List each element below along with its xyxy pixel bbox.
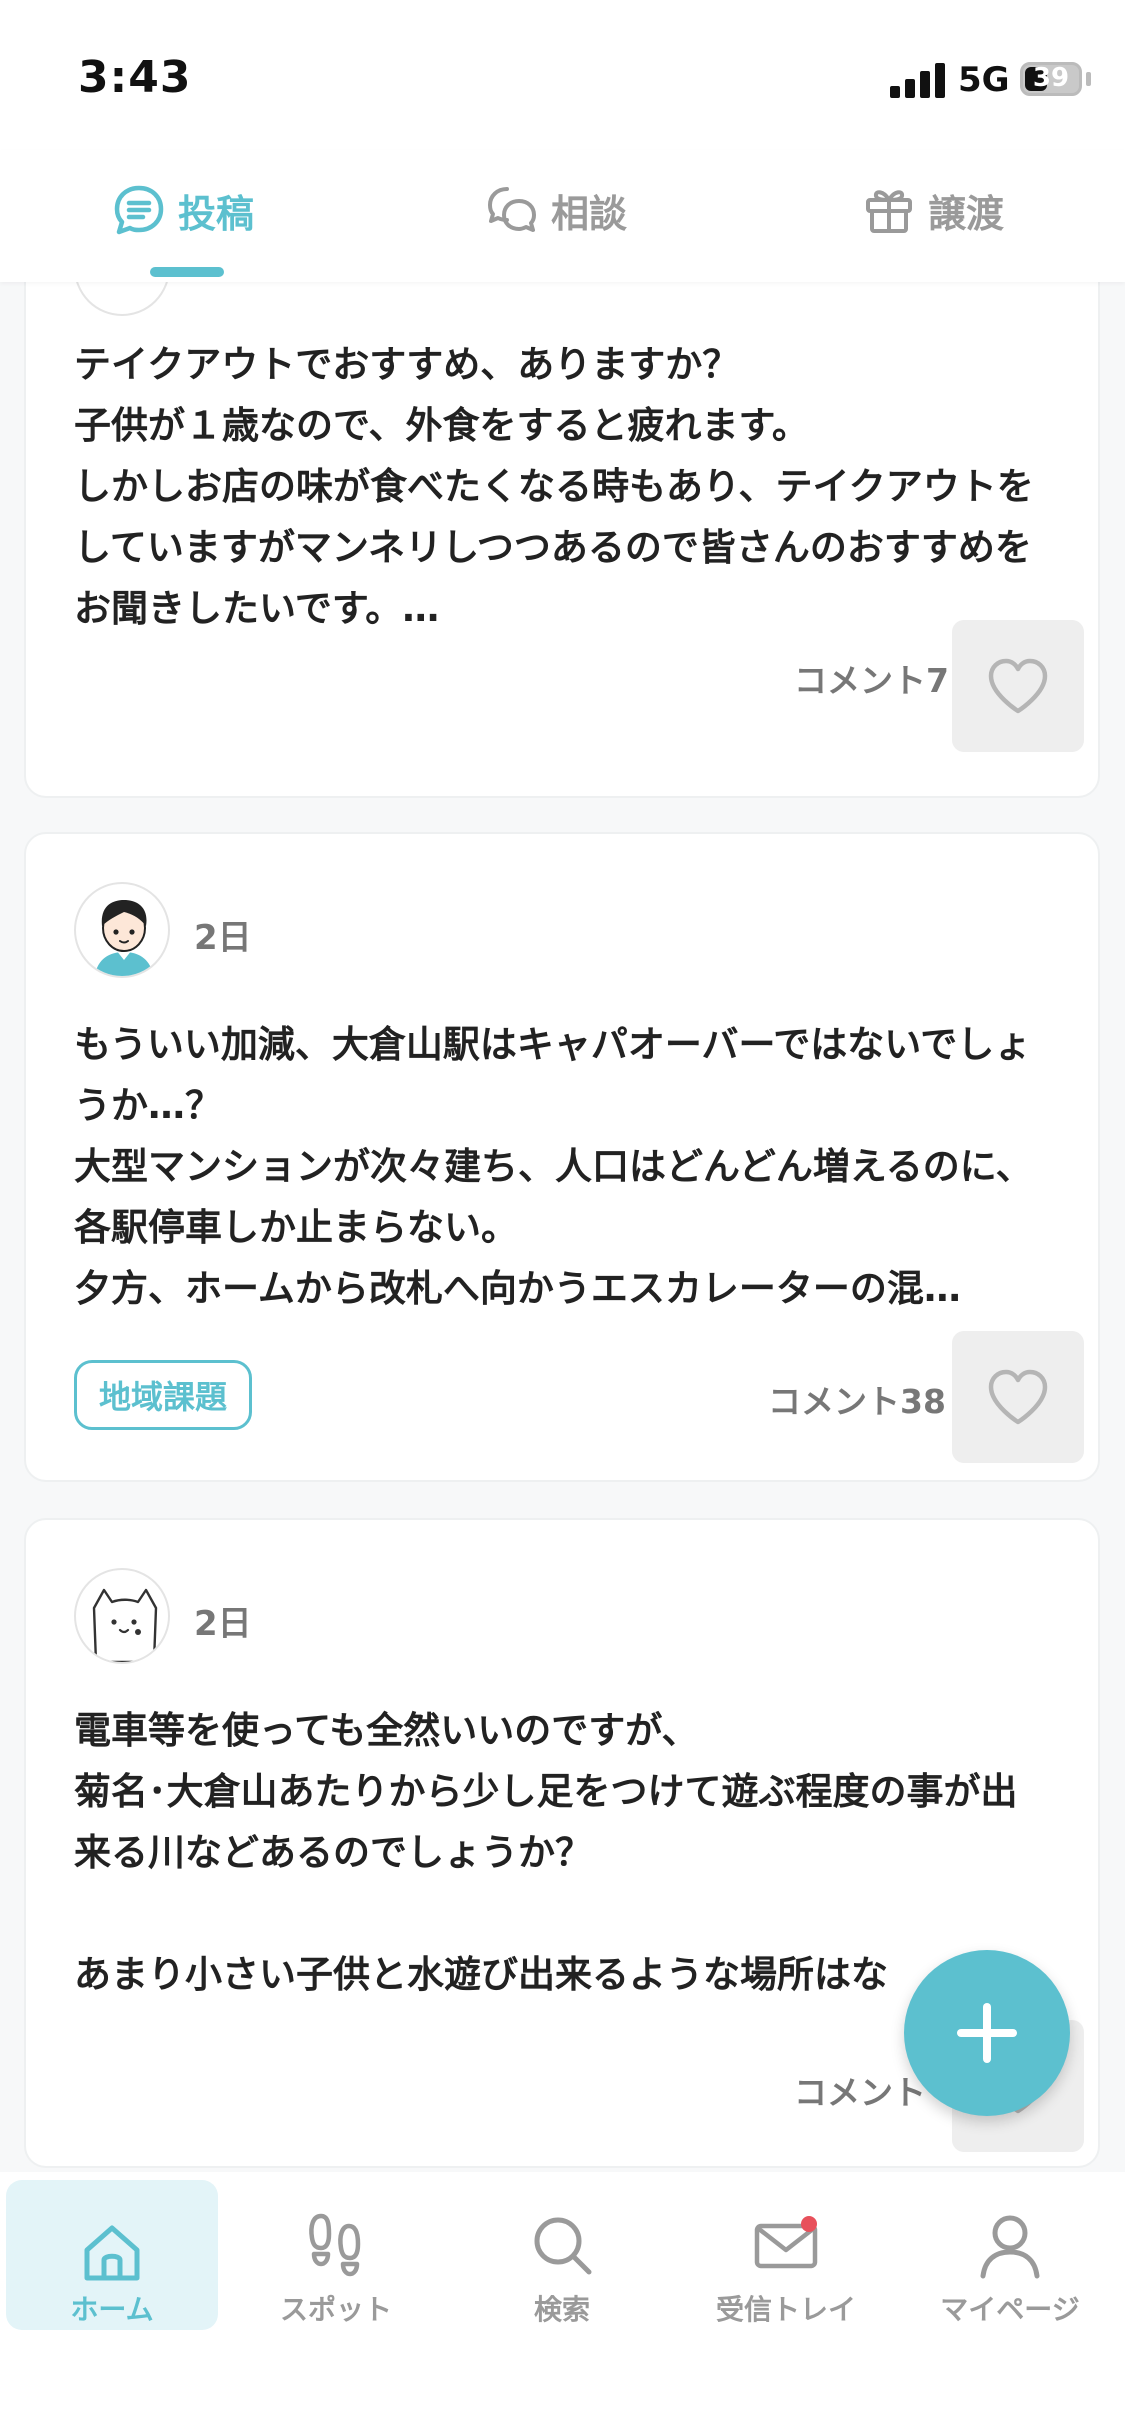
topic-tag[interactable]: 地域課題 <box>74 1360 253 1430</box>
battery-icon: 39 <box>1020 62 1082 96</box>
battery-level: 39 <box>1032 63 1070 93</box>
battery-cap <box>1086 72 1091 86</box>
unread-badge <box>801 2216 817 2232</box>
network-type: 5G <box>958 60 1010 100</box>
tab-transfer[interactable]: 譲渡 <box>862 180 1004 240</box>
comment-count[interactable]: コメント <box>794 2066 926 2114</box>
post-card[interactable]: 2日 もういい加減、大倉山駅はキャパオーバーではないでしょうか…？ 大型マンショ… <box>24 832 1100 1482</box>
post-text: テイクアウトでおすすめ、ありますか？ 子供が１歳なので、外食をすると疲れます。 … <box>74 343 1034 630</box>
gift-icon <box>866 190 912 233</box>
signal-icon <box>890 62 946 98</box>
app-screen: 3:43 5G 39 投稿 相談 譲渡 テイクアウトでおすすめ、ありますか？ 子… <box>0 0 1125 2436</box>
post-text: 電車等を使っても全然いいのですが、 菊名･大倉山あたりから少し足をつけて遊ぶ程度… <box>74 1709 1018 1996</box>
tab-consult[interactable]: 相談 <box>485 180 627 240</box>
boy-avatar-icon <box>74 882 170 978</box>
avatar <box>74 282 170 316</box>
comment-count[interactable]: コメント38 <box>768 1375 946 1423</box>
person-icon <box>980 2215 1040 2279</box>
footprints-icon <box>309 2213 361 2277</box>
comment-count[interactable]: コメント7 <box>794 654 949 702</box>
cat-avatar-icon <box>74 1568 170 1664</box>
search-icon <box>534 2217 592 2275</box>
nav-search[interactable]: 検索 <box>456 2172 668 2326</box>
like-button[interactable] <box>952 1331 1084 1463</box>
nav-mypage-label: マイページ <box>940 2293 1080 2326</box>
nav-home-label: ホーム <box>70 2293 154 2326</box>
status-bar: 3:43 5G 39 <box>0 0 1125 150</box>
nav-mypage[interactable]: マイページ <box>904 2172 1116 2326</box>
new-post-button[interactable] <box>904 1950 1070 2116</box>
like-button[interactable] <box>952 620 1084 752</box>
tab-indicator <box>150 267 224 277</box>
post-feed[interactable]: テイクアウトでおすすめ、ありますか？ 子供が１歳なので、外食をすると疲れます。 … <box>0 282 1125 2172</box>
home-icon <box>84 2225 140 2281</box>
tab-posts[interactable]: 投稿 <box>112 180 254 240</box>
heart-icon <box>988 658 1048 714</box>
nav-spot[interactable]: スポット <box>230 2172 442 2326</box>
tab-consult-label: 相談 <box>551 191 628 236</box>
status-time: 3:43 <box>78 52 192 103</box>
tab-posts-label: 投稿 <box>178 191 255 236</box>
bottom-nav: ホーム スポット 検索 受信トレイ マイページ <box>0 2172 1125 2436</box>
category-tabs: 投稿 相談 譲渡 <box>0 150 1125 282</box>
post-age: 2日 <box>194 918 252 958</box>
nav-inbox[interactable]: 受信トレイ <box>680 2172 892 2326</box>
nav-inbox-label: 受信トレイ <box>715 2293 856 2326</box>
nav-search-label: 検索 <box>533 2293 590 2326</box>
mail-icon <box>754 2216 818 2269</box>
plus-icon <box>957 2003 1017 2063</box>
tab-transfer-label: 譲渡 <box>928 191 1005 236</box>
heart-icon <box>988 1369 1048 1425</box>
chat-bubbles-icon <box>488 187 536 232</box>
chat-lines-icon <box>114 185 164 235</box>
nav-spot-label: スポット <box>279 2293 392 2326</box>
post-card[interactable]: テイクアウトでおすすめ、ありますか？ 子供が１歳なので、外食をすると疲れます。 … <box>24 282 1100 798</box>
post-text: もういい加減、大倉山駅はキャパオーバーではないでしょうか…？ 大型マンションが次… <box>74 1023 1033 1310</box>
post-age: 2日 <box>194 1604 252 1644</box>
nav-home[interactable]: ホーム <box>6 2180 218 2330</box>
